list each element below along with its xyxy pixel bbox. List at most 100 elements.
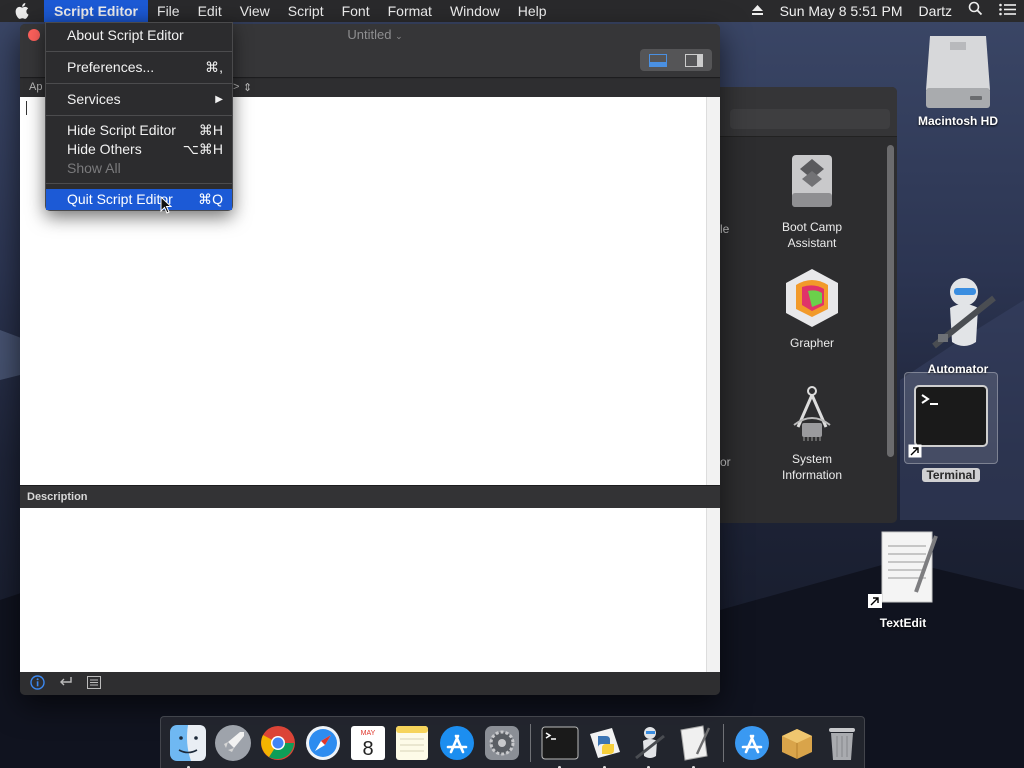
menu-separator: [46, 83, 232, 84]
safari-compass-icon: [305, 725, 340, 760]
app-store-icon: [440, 725, 475, 760]
desktop-icon-macintosh-hd[interactable]: Macintosh HD: [906, 30, 1010, 128]
menu-separator: [46, 51, 232, 52]
python-icon: [589, 727, 620, 758]
dock-python-launcher[interactable]: [585, 723, 625, 768]
navigation-popup[interactable]: >: [233, 81, 239, 93]
app-label: Boot Camp Assistant: [781, 220, 843, 250]
dock-calendar[interactable]: MAY 8: [348, 723, 388, 763]
list-icon[interactable]: [87, 675, 101, 692]
menu-item-preferences[interactable]: Preferences... ⌘,: [46, 57, 232, 78]
dock-script-editor[interactable]: [674, 723, 714, 768]
applications-window-toolbar: [720, 87, 897, 137]
script-editor-menu: About Script Editor Preferences... ⌘, Ser…: [45, 22, 233, 211]
menu-font[interactable]: Font: [333, 0, 379, 22]
desktop-icon-label: Terminal: [922, 468, 980, 482]
menu-item-hide[interactable]: Hide Script Editor ⌘H: [46, 121, 232, 140]
dock-app-store[interactable]: [437, 723, 477, 763]
launchpad-rocket-icon: [215, 724, 252, 761]
bottom-toolbar: [20, 672, 720, 695]
return-arrow-icon[interactable]: [59, 676, 73, 691]
text-caret: [26, 101, 27, 115]
desktop-icon-terminal[interactable]: Terminal: [904, 372, 998, 482]
info-icon[interactable]: [30, 674, 45, 693]
dock-system-preferences[interactable]: [482, 723, 522, 763]
dock-separator: [530, 723, 532, 762]
script-editor-icon: [680, 724, 711, 761]
toggle-sidebar-button[interactable]: [676, 49, 712, 71]
up-down-arrows-icon: ⇕: [243, 82, 253, 94]
apple-menu[interactable]: [0, 0, 44, 22]
description-text-area[interactable]: [20, 508, 720, 672]
menu-view[interactable]: View: [231, 0, 279, 22]
menubar-user[interactable]: Dartz: [911, 0, 960, 22]
spotlight-search-icon[interactable]: [960, 0, 991, 22]
bottom-pane-icon: [649, 53, 667, 67]
desktop-icon-textedit[interactable]: TextEdit: [858, 528, 948, 630]
menu-window[interactable]: Window: [441, 0, 509, 22]
target-app-popup[interactable]: Ap: [29, 81, 42, 93]
toggle-description-pane-button[interactable]: [640, 49, 676, 71]
shortcut-label: ⌘,: [205, 59, 223, 75]
dock-launchpad[interactable]: [213, 723, 253, 763]
dock-safari[interactable]: [303, 723, 343, 763]
apple-icon: [15, 3, 29, 19]
alias-arrow-icon: [908, 444, 922, 461]
description-header: Description: [20, 485, 720, 508]
dock-applications-folder[interactable]: [732, 723, 772, 763]
editor-scroll-gutter[interactable]: [706, 97, 720, 485]
textedit-icon: [868, 528, 938, 612]
dock-downloads-stack[interactable]: [777, 723, 817, 763]
menu-help[interactable]: Help: [509, 0, 556, 22]
dock-chrome[interactable]: [258, 723, 298, 763]
dock-trash[interactable]: [822, 723, 862, 763]
menu-item-show-all: Show All: [67, 160, 121, 176]
dock-automator[interactable]: [629, 723, 669, 768]
menu-item-hide-others[interactable]: Hide Others ⌥⌘H: [46, 140, 232, 159]
app-grapher[interactable]: Grapher: [762, 265, 862, 351]
partial-item-label: le: [720, 222, 730, 236]
system-information-icon: [782, 381, 842, 445]
automator-robot-icon: [918, 270, 998, 358]
dock: MAY 8: [160, 716, 865, 768]
menu-script-editor[interactable]: Script Editor: [44, 0, 149, 22]
app-label: Grapher: [789, 336, 835, 350]
automator-robot-icon: [635, 726, 666, 759]
partial-item-label: or: [720, 455, 731, 469]
menubar-clock[interactable]: Sun May 8 5:51 PM: [772, 0, 911, 22]
menu-script[interactable]: Script: [279, 0, 333, 22]
sidebar-pane-icon: [685, 53, 703, 67]
app-system-information[interactable]: System Information: [762, 381, 862, 483]
terminal-icon: [541, 726, 579, 759]
menu-format[interactable]: Format: [379, 0, 441, 22]
menu-file[interactable]: File: [148, 0, 189, 22]
package-box-icon: [781, 728, 812, 759]
dock-separator: [722, 723, 724, 762]
boot-camp-icon: [782, 149, 842, 213]
dock-notes[interactable]: [392, 723, 432, 763]
eject-icon[interactable]: [743, 0, 772, 22]
app-boot-camp-assistant[interactable]: Boot Camp Assistant: [762, 149, 862, 251]
gear-icon: [484, 725, 519, 760]
hard-drive-icon: [920, 30, 996, 110]
dock-terminal[interactable]: [540, 723, 580, 768]
calendar-day: 8: [362, 738, 373, 760]
notification-center-icon[interactable]: [991, 0, 1024, 22]
desktop-icon-automator[interactable]: Automator: [910, 270, 1006, 376]
description-scroll-gutter[interactable]: [706, 508, 720, 672]
mouse-cursor-icon: [160, 196, 172, 214]
menu-item-about[interactable]: About Script Editor: [46, 25, 232, 46]
menu-item-quit[interactable]: Quit Script Editor ⌘Q: [46, 189, 232, 210]
menu-item-services[interactable]: Services ▶: [46, 89, 232, 110]
shortcut-label: ⌥⌘H: [182, 141, 223, 157]
dock-finder[interactable]: [169, 723, 209, 768]
desktop-icon-label: TextEdit: [879, 616, 927, 630]
menu-separator: [46, 183, 232, 184]
menu-bar: Script Editor File Edit View Script Font…: [0, 0, 1024, 22]
applications-search-field[interactable]: [730, 109, 890, 129]
applications-scrollbar[interactable]: [887, 145, 894, 457]
description-label: Description: [27, 491, 88, 503]
menu-edit[interactable]: Edit: [189, 0, 231, 22]
trash-icon: [828, 727, 855, 760]
calendar-icon: MAY 8: [350, 725, 385, 760]
